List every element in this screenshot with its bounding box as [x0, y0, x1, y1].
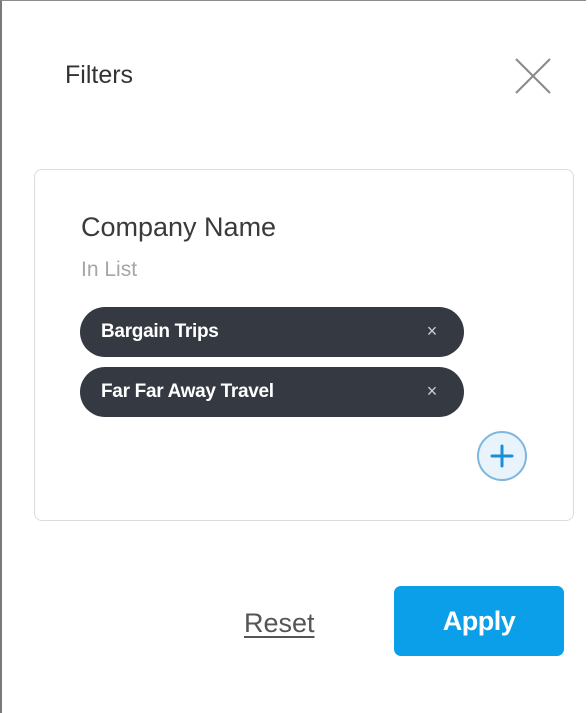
chip-remove-icon[interactable]: ×	[422, 381, 442, 401]
filter-value-chip: Far Far Away Travel ×	[80, 367, 464, 417]
chip-label: Bargain Trips	[101, 321, 219, 342]
chip-remove-icon[interactable]: ×	[422, 321, 442, 341]
close-icon	[515, 58, 551, 94]
panel-title: Filters	[65, 61, 134, 89]
chip-label: Far Far Away Travel	[101, 381, 274, 402]
close-button[interactable]	[512, 55, 554, 97]
add-value-button[interactable]	[477, 431, 527, 481]
filter-field-name: Company Name	[81, 212, 277, 242]
filter-card: Company Name In List Bargain Trips × Far…	[34, 169, 574, 521]
filters-panel: Filters Company Name In List Bargain Tri…	[0, 0, 586, 713]
filter-value-chip: Bargain Trips ×	[80, 307, 464, 357]
filter-operator: In List	[81, 258, 138, 281]
reset-link[interactable]: Reset	[244, 606, 315, 640]
plus-icon	[490, 444, 514, 468]
apply-button[interactable]: Apply	[394, 586, 564, 656]
